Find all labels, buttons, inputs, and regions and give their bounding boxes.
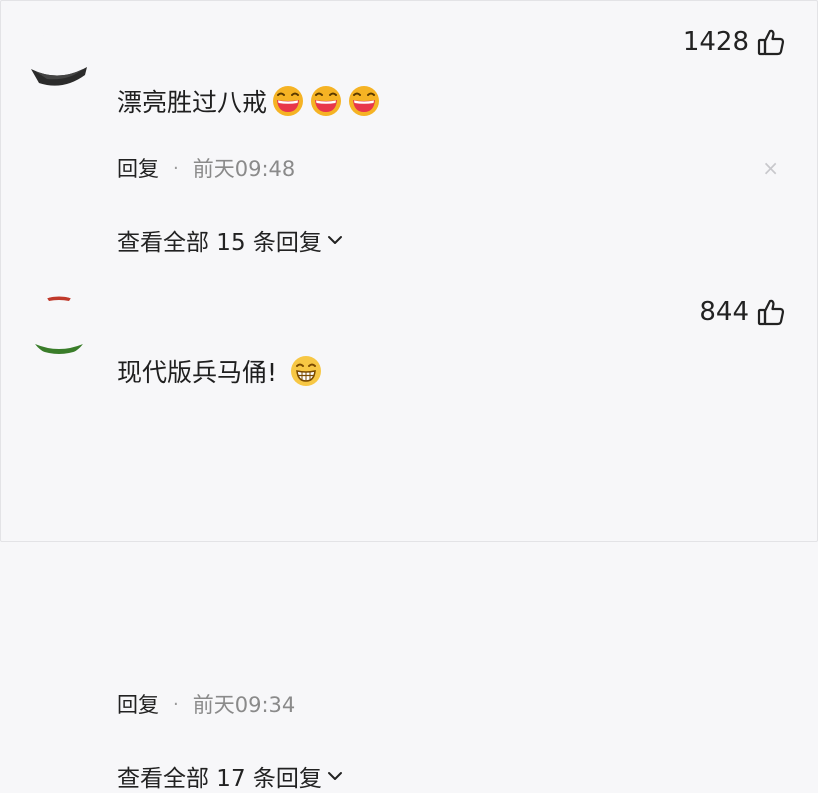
separator-dot: · bbox=[173, 157, 179, 179]
view-all-replies-button[interactable]: 查看全部 15 条回复 bbox=[117, 223, 344, 257]
grinning-emoji bbox=[289, 354, 323, 388]
comment-time: 前天09:34 bbox=[192, 693, 296, 717]
reply-button[interactable]: 回复 bbox=[117, 689, 159, 719]
chevron-down-icon bbox=[326, 767, 344, 785]
thumbs-up-icon[interactable] bbox=[757, 298, 785, 326]
avatar[interactable] bbox=[29, 31, 89, 91]
chevron-down-icon bbox=[326, 231, 344, 249]
comment-text: 现代版兵马俑! bbox=[117, 358, 278, 387]
view-all-replies-button[interactable]: 查看全部 17 条回复 bbox=[117, 759, 344, 793]
laughing-emoji bbox=[271, 84, 305, 118]
view-all-replies-label: 查看全部 15 条回复 bbox=[117, 230, 322, 256]
view-all-replies-label: 查看全部 17 条回复 bbox=[117, 766, 322, 792]
avatar[interactable] bbox=[29, 296, 89, 356]
laughing-emoji bbox=[347, 84, 381, 118]
thumbs-up-icon[interactable] bbox=[757, 28, 785, 56]
comment-meta: 回复 · 前天09:34 bbox=[117, 689, 295, 719]
laughing-emoji bbox=[309, 84, 343, 118]
close-icon[interactable]: × bbox=[762, 158, 779, 178]
reply-button[interactable]: 回复 bbox=[117, 153, 159, 183]
like-count: 1428 bbox=[682, 27, 749, 57]
comment-panel: 1428 漂亮胜过八戒 回复 · 前天09:48 × 查看全部 15 条回复 8… bbox=[0, 0, 818, 792]
separator-dot: · bbox=[173, 693, 179, 715]
comment-text: 漂亮胜过八戒 bbox=[117, 88, 268, 117]
like-count: 844 bbox=[699, 297, 749, 327]
comment-text-row: 漂亮胜过八戒 bbox=[117, 83, 381, 119]
comment-text-row: 现代版兵马俑! bbox=[117, 353, 323, 389]
like-control[interactable]: 844 bbox=[699, 297, 785, 327]
comment-meta: 回复 · 前天09:48 bbox=[117, 153, 295, 183]
like-control[interactable]: 1428 bbox=[683, 27, 785, 57]
comment-time: 前天09:48 bbox=[192, 157, 296, 181]
